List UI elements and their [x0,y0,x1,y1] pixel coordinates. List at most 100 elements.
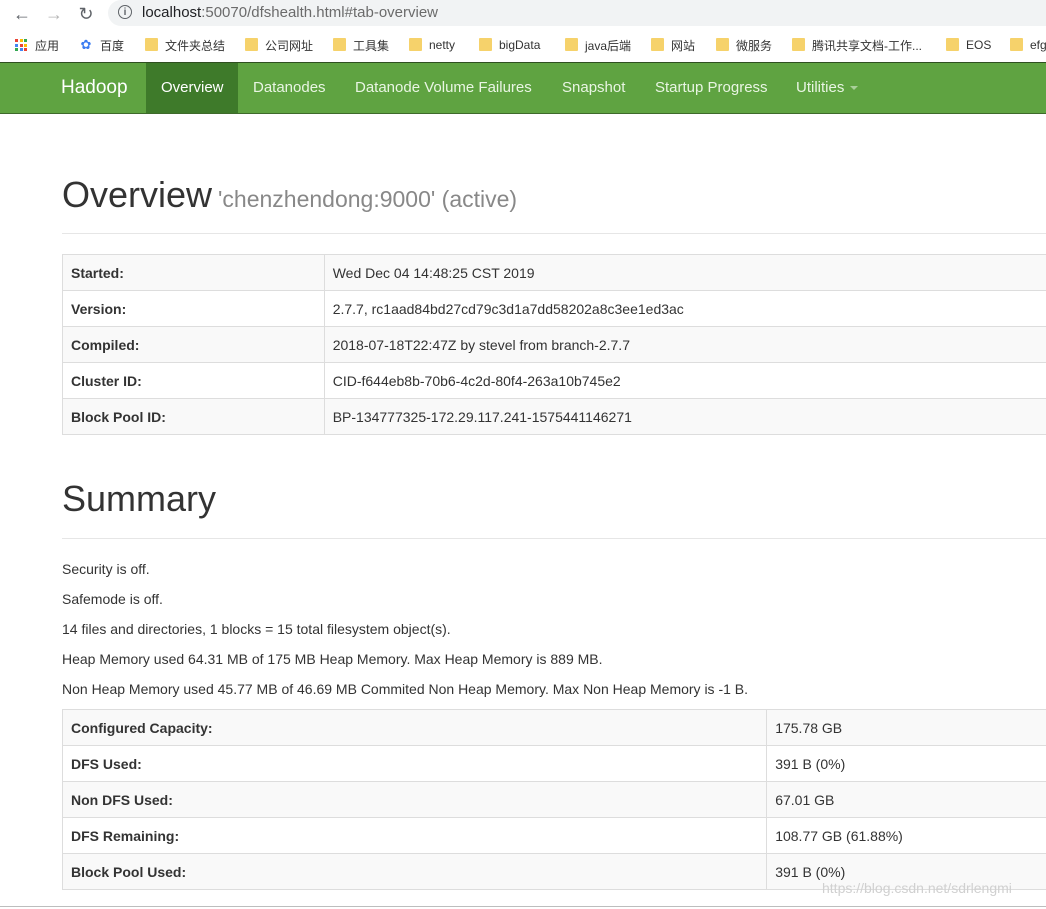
address-bar[interactable]: i localhost:50070/dfshealth.html#tab-ove… [108,0,1046,26]
bookmark-folder[interactable]: netty [409,37,455,53]
bookmark-folder[interactable]: 腾讯共享文档-工作... [792,37,922,53]
filesystem-objects: 14 files and directories, 1 blocks = 15 … [62,621,451,637]
bookmark-folder[interactable]: java后端 [565,37,631,53]
tab-label: Overview [161,79,224,96]
row-value: CID-f644eb8b-70b6-4c2d-80f4-263a10b745e2 [323,362,1046,399]
table-row: DFS Remaining: 108.77 GB (61.88%) [61,817,1046,854]
url-text[interactable]: localhost:50070/dfshealth.html#tab-overv… [142,4,438,21]
baidu-paw-icon: ✿ [80,37,92,52]
tab-snapshot[interactable]: Snapshot [547,63,640,113]
bookmarks-bar: 应用 ✿ 百度 文件夹总结 公司网址 工具集 netty bigData jav… [0,28,1046,60]
bookmark-label: 网站 [671,38,696,53]
row-key: Non DFS Used: [61,781,768,818]
bookmark-folder[interactable]: 网站 [651,37,695,53]
tab-label: Datanode Volume Failures [355,79,532,96]
divider [62,233,1046,234]
site-info-icon[interactable]: i [118,5,132,19]
table-row: Version: 2.7.7, rc1aad84bd27cd79c3d1a7dd5… [62,290,1046,327]
summary-heading: Summary [62,478,217,519]
security-status: Security is off. [62,561,150,577]
bookmark-folder[interactable]: 公司网址 [245,37,313,53]
folder-icon [946,37,959,51]
row-value: 2.7.7, rc1aad84bd27cd79c3d1a7dd58202a8c3… [323,290,1046,327]
row-key: Block Pool ID: [62,398,325,435]
bookmark-folder[interactable]: bigData [479,37,540,53]
tab-utilities[interactable]: Utilities [781,63,873,113]
row-value: 175.78 GB [766,709,1046,746]
row-value: 2018-07-18T22:47Z by stevel from branch-… [323,326,1046,363]
brand-logo[interactable]: Hadoop [61,77,128,99]
folder-icon [245,37,258,51]
window-bottom-edge [0,906,1046,907]
row-key: Started: [62,254,325,291]
bookmark-label: EOS [966,38,992,52]
bookmark-folder[interactable]: 文件夹总结 [145,37,225,53]
bookmark-folder[interactable]: 微服务 [716,37,772,53]
row-key: Configured Capacity: [61,709,768,746]
row-value: Wed Dec 04 14:48:25 CST 2019 [323,254,1046,291]
folder-icon [145,37,158,51]
bookmark-label: efg [1030,38,1046,52]
row-value: 67.01 GB [766,781,1046,818]
apps-grid-icon [15,39,27,51]
table-row: Started: Wed Dec 04 14:48:25 CST 2019 [62,254,1046,291]
table-row: Cluster ID: CID-f644eb8b-70b6-4c2d-80f4-2… [62,362,1046,399]
safemode-status: Safemode is off. [62,591,163,607]
bookmark-label: java后端 [585,38,632,53]
tab-overview[interactable]: Overview [146,63,238,113]
folder-icon [651,37,664,51]
folder-icon [565,37,578,51]
tab-datanode-volume-failures[interactable]: Datanode Volume Failures [340,63,547,113]
row-key: Version: [62,290,325,327]
browser-toolbar: ← → ↻ i localhost:50070/dfshealth.html#t… [0,0,1046,28]
heap-memory: Heap Memory used 64.31 MB of 175 MB Heap… [62,651,603,667]
tab-label: Utilities [796,79,845,96]
reload-icon[interactable]: ↻ [75,3,97,25]
tab-label: Startup Progress [655,79,768,96]
forward-arrow-icon[interactable]: → [43,3,65,25]
row-value: BP-134777325-172.29.117.241-157544114627… [323,398,1046,435]
bookmark-label: 文件夹总结 [165,38,226,53]
folder-icon [333,37,346,51]
bookmark-label: netty [429,38,456,52]
bookmark-folder[interactable]: efg [1010,37,1046,53]
url-path: :50070/dfshealth.html#tab-overview [201,4,439,21]
divider [62,538,1046,539]
folder-icon [716,37,729,51]
folder-icon [479,37,492,51]
tab-label: Snapshot [562,79,626,96]
bookmark-label: bigData [499,38,541,52]
bookmark-label: 应用 [35,38,60,53]
hadoop-navbar: Hadoop Overview Datanodes Datanode Volum… [0,62,1046,114]
bookmark-label: 腾讯共享文档-工作... [812,38,922,53]
back-arrow-icon[interactable]: ← [11,3,33,25]
bookmark-folder[interactable]: EOS [946,37,991,53]
row-value: 108.77 GB (61.88%) [766,817,1046,854]
bookmark-folder[interactable]: 工具集 [333,37,389,53]
table-row: Configured Capacity: 175.78 GB [61,709,1046,746]
row-key: Cluster ID: [62,362,325,399]
row-value: 391 B (0%) [766,745,1046,782]
page-title: Overview'chenzhendong:9000' (active) [62,174,517,216]
tab-label: Datanodes [253,79,326,96]
table-row: Block Pool ID: BP-134777325-172.29.117.24… [62,398,1046,435]
bookmark-label: 百度 [100,38,125,53]
overview-table: Started: Wed Dec 04 14:48:25 CST 2019 Ver… [62,254,1046,435]
url-host: localhost [142,4,202,21]
row-key: Block Pool Used: [61,853,768,890]
tab-startup-progress[interactable]: Startup Progress [640,63,783,113]
bookmark-baidu[interactable]: ✿ 百度 [79,37,124,53]
row-key: DFS Remaining: [61,817,768,854]
bookmark-apps[interactable]: 应用 [15,37,59,53]
chevron-down-icon [850,86,859,91]
folder-icon [792,37,805,51]
table-row: Compiled: 2018-07-18T22:47Z by stevel fro… [62,326,1046,363]
tab-datanodes[interactable]: Datanodes [238,63,341,113]
bookmark-label: 微服务 [736,38,773,53]
watermark: https://blog.csdn.net/sdrlengmi [822,880,1012,896]
row-key: Compiled: [62,326,325,363]
table-row: DFS Used: 391 B (0%) [61,745,1046,782]
folder-icon [409,37,422,51]
bookmark-label: 公司网址 [265,38,314,53]
folder-icon [1010,37,1023,51]
